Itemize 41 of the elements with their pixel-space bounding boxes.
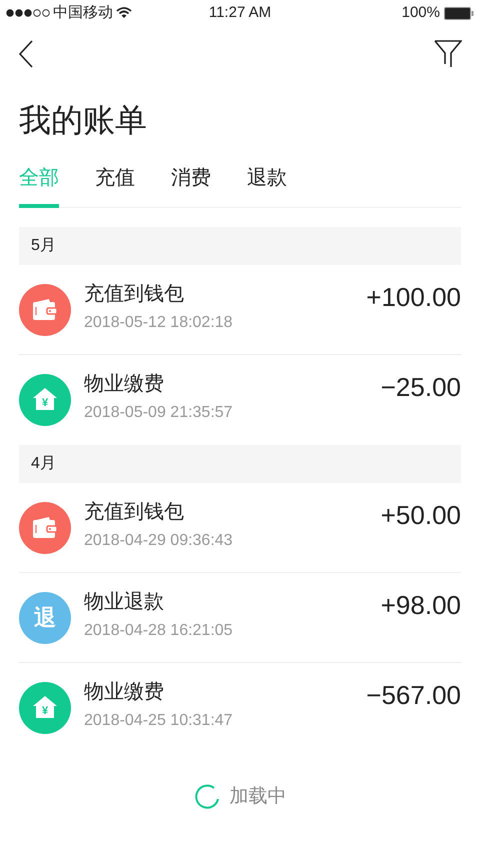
bill-time: 2018-04-25 10:31:47	[84, 711, 234, 731]
wallet-icon	[19, 284, 71, 336]
bill-time: 2018-04-29 09:36:43	[84, 530, 234, 550]
bill-amount: +50.00	[380, 499, 461, 531]
page-title: 我的账单	[18, 101, 148, 140]
house-icon: ¥	[19, 374, 71, 426]
filter-tab[interactable]: 充值	[95, 166, 135, 208]
bill-title: 物业退款	[84, 590, 165, 614]
bill-row[interactable]: 退 物业退款 2018-04-28 16:21:05 +98.00	[19, 573, 461, 663]
bill-time: 2018-04-28 16:21:05	[84, 620, 234, 640]
wallet-icon	[19, 502, 71, 554]
battery-percent: 100%	[402, 2, 440, 23]
refund-icon: 退	[19, 592, 71, 644]
bill-row[interactable]: 充值到钱包 2018-05-12 18:02:18 +100.00	[19, 265, 461, 355]
back-icon[interactable]	[18, 40, 34, 68]
bill-title: 充值到钱包	[84, 500, 185, 524]
month-header: 5月	[19, 227, 461, 265]
filter-tab[interactable]: 退款	[247, 166, 287, 208]
filter-tab[interactable]: 消费	[171, 166, 211, 208]
bill-row[interactable]: ¥ 物业缴费 2018-04-25 10:31:47 −567.00	[19, 663, 461, 753]
bill-time: 2018-05-09 21:35:57	[84, 403, 234, 423]
spinner-icon	[194, 784, 220, 810]
clock-time: 11:27 AM	[208, 2, 272, 23]
bill-row[interactable]: 充值到钱包 2018-04-29 09:36:43 +50.00	[19, 483, 461, 573]
bill-title: 物业缴费	[84, 680, 165, 705]
bill-amount: +100.00	[366, 281, 461, 313]
bill-row[interactable]: ¥ 物业缴费 2018-05-09 21:35:57 −25.00	[19, 355, 461, 445]
wifi-icon	[116, 7, 132, 19]
filter-icon[interactable]	[434, 40, 462, 68]
loading-text: 加载中	[230, 785, 286, 809]
carrier-name: 中国移动	[53, 2, 113, 23]
bill-time: 2018-05-12 18:02:18	[84, 312, 234, 332]
bill-amount: −25.00	[380, 371, 461, 403]
bill-title: 充值到钱包	[84, 282, 185, 306]
bill-title: 物业缴费	[84, 372, 165, 397]
month-header: 4月	[19, 445, 461, 483]
bill-amount: −567.00	[366, 679, 461, 711]
bill-amount: +98.00	[380, 589, 461, 621]
house-icon: ¥	[19, 682, 71, 734]
battery-icon	[444, 6, 474, 20]
signal-icon	[6, 9, 50, 17]
